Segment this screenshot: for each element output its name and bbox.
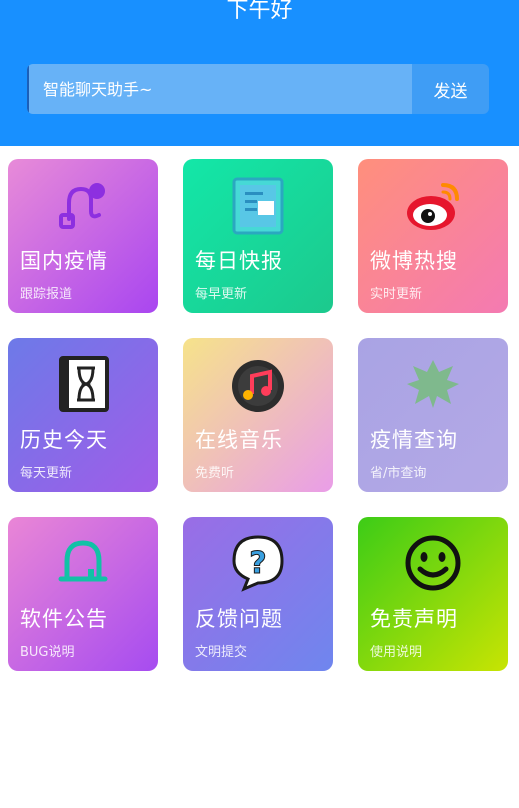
card-title: 历史今天 [20, 428, 108, 452]
weibo-icon [403, 175, 463, 235]
card-title: 疫情查询 [370, 428, 458, 452]
chat-bar: 发送 [27, 64, 489, 114]
svg-text:?: ? [249, 546, 266, 581]
card-announcement[interactable]: 软件公告 BUG说明 [8, 517, 158, 671]
card-epidemic-query[interactable]: 疫情查询 省/市查询 [358, 338, 508, 492]
notepad-icon [228, 175, 288, 235]
card-subtitle: 免费听 [195, 466, 235, 481]
bell-icon [53, 533, 113, 593]
card-weibo-hot[interactable]: 微博热搜 实时更新 [358, 159, 508, 313]
card-disclaimer[interactable]: 免责声明 使用说明 [358, 517, 508, 671]
card-subtitle: 跟踪报道 [20, 287, 73, 302]
route-icon [53, 175, 113, 235]
hourglass-icon [53, 354, 113, 414]
card-history-today[interactable]: 历史今天 每天更新 [8, 338, 158, 492]
card-title: 在线音乐 [195, 428, 283, 452]
smiley-icon [403, 533, 463, 593]
card-title: 微博热搜 [370, 249, 458, 273]
card-subtitle: 文明提交 [195, 645, 248, 660]
header-bar: 下午好 发送 [0, 0, 519, 146]
card-online-music[interactable]: 在线音乐 免费听 [183, 338, 333, 492]
card-title: 每日快报 [195, 249, 283, 273]
music-disc-icon [228, 354, 288, 414]
card-subtitle: BUG说明 [20, 645, 75, 660]
card-subtitle: 每天更新 [20, 466, 73, 481]
card-daily-news[interactable]: 每日快报 每早更新 [183, 159, 333, 313]
leaf-icon [403, 354, 463, 414]
send-button[interactable]: 发送 [412, 64, 489, 114]
chat-input[interactable] [27, 64, 412, 114]
card-subtitle: 使用说明 [370, 645, 423, 660]
card-subtitle: 省/市查询 [370, 466, 427, 481]
card-subtitle: 每早更新 [195, 287, 248, 302]
card-title: 软件公告 [20, 607, 108, 631]
card-domestic-epidemic[interactable]: 国内疫情 跟踪报道 [8, 159, 158, 313]
card-subtitle: 实时更新 [370, 287, 423, 302]
question-bubble-icon: ? [228, 533, 288, 593]
card-title: 国内疫情 [20, 249, 108, 273]
card-title: 免责声明 [370, 607, 458, 631]
card-title: 反馈问题 [195, 607, 283, 631]
greeting-text: 下午好 [226, 0, 293, 23]
card-feedback[interactable]: ? 反馈问题 文明提交 [183, 517, 333, 671]
